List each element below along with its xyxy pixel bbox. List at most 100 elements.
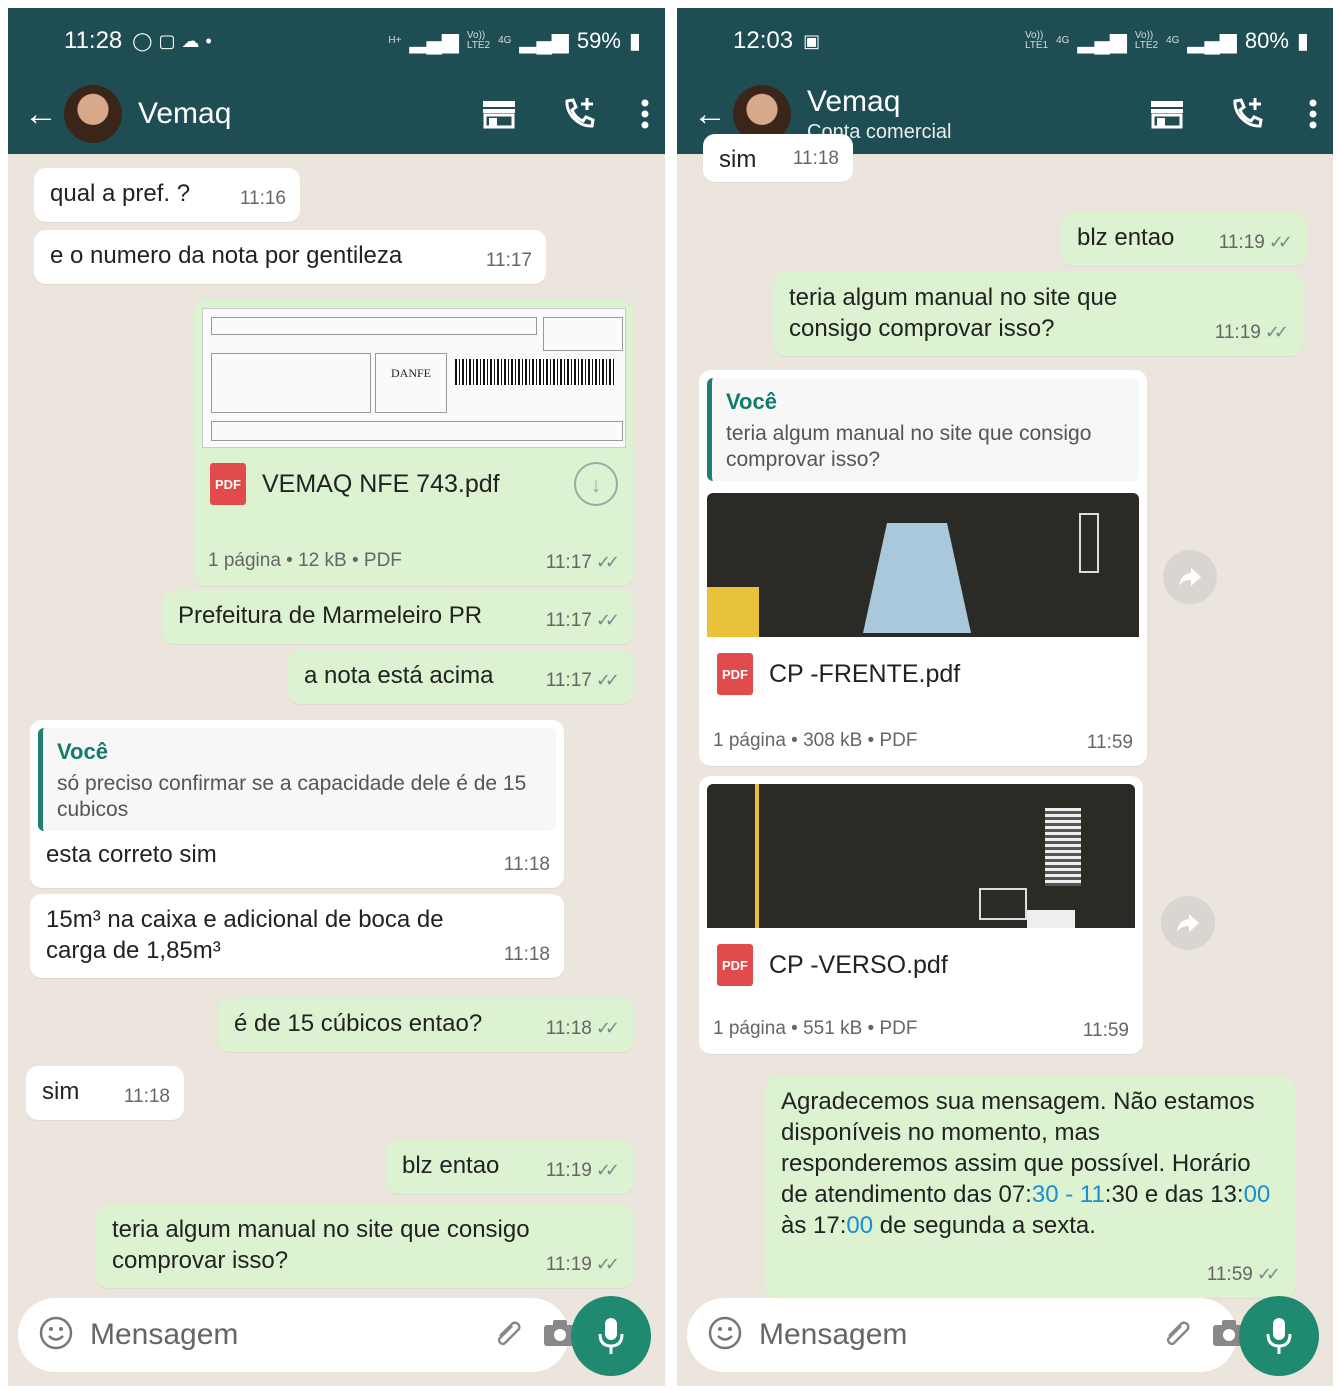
header-actions: [1149, 96, 1317, 132]
battery-percent: 59%: [576, 28, 621, 53]
message-meta: 11:17 ✓✓: [546, 547, 620, 578]
battery-icon: ▮: [628, 28, 641, 53]
chat-area[interactable]: sim 11:18 blz entao 11:19 ✓✓ teria algum …: [677, 134, 1333, 1298]
double-check-icon: ✓✓: [1264, 322, 1289, 342]
message-input-bar: [18, 1298, 576, 1372]
status-bar: 11:28 ◯ ▢ ☁ • H+ ▂▄▆ Vo)) LTE2 4G ▂▄▆ 59…: [8, 8, 665, 74]
outgoing-auto-reply-message[interactable]: Agradecemos sua mensagem. Não estamos di…: [765, 1076, 1295, 1298]
message-time: 11:17: [545, 552, 592, 573]
document-thumbnail[interactable]: [707, 493, 1139, 637]
status-right: H+ ▂▄▆ Vo)) LTE2 4G ▂▄▆ 59% ▮: [388, 28, 641, 54]
outgoing-message[interactable]: blz entao 11:19 ✓✓: [386, 1140, 634, 1194]
outgoing-document-message[interactable]: DANFE PDF VEMAQ NFE 743.pdf ↓ 1 página •…: [194, 300, 634, 586]
microphone-icon: [1266, 1318, 1292, 1354]
incoming-message[interactable]: qual a pref. ? 11:16: [34, 168, 300, 222]
message-text: qual a pref. ?: [50, 180, 191, 207]
message-time: 11:18: [503, 854, 550, 875]
outgoing-message[interactable]: blz entao 11:19 ✓✓: [1061, 212, 1307, 266]
incoming-reply-message[interactable]: Você só preciso confirmar se a capacidad…: [30, 720, 564, 888]
quoted-message[interactable]: Você teria algum manual no site que cons…: [707, 378, 1139, 481]
cloud-icon: ☁: [181, 30, 200, 51]
signal-icon-2: ▂▄▆: [1187, 28, 1237, 53]
store-icon[interactable]: [1149, 99, 1185, 129]
message-text-part: :30 e das 13:: [1104, 1181, 1244, 1208]
outgoing-message[interactable]: a nota está acima 11:17 ✓✓: [288, 650, 634, 704]
status-notification-icons: ◯ ▢ ☁ •: [132, 31, 211, 52]
status-bar: 12:03 ▣ Vo)) LTE1 4G ▂▄▆ Vo)) LTE2 4G ▂▄…: [677, 8, 1333, 74]
link-time-3[interactable]: 00: [846, 1212, 873, 1239]
forward-button[interactable]: [1161, 896, 1215, 950]
message-time: 11:59: [1206, 1264, 1253, 1285]
back-arrow-icon[interactable]: ←: [24, 95, 64, 134]
file-row[interactable]: PDF CP -FRENTE.pdf: [707, 637, 1139, 695]
volte-label-2: Vo)) LTE2: [1134, 30, 1159, 51]
message-input[interactable]: [759, 1318, 1145, 1352]
store-icon[interactable]: [481, 99, 517, 129]
status-time: 12:03: [733, 27, 794, 54]
contact-info[interactable]: Vemaq: [138, 97, 231, 131]
network-type-label: H+: [388, 35, 402, 46]
volte-label: Vo)) LTE2: [466, 30, 491, 51]
incoming-document-message[interactable]: PDF CP -VERSO.pdf 1 página • 551 kB • PD…: [699, 776, 1143, 1054]
chat-area[interactable]: qual a pref. ? 11:16 e o numero da nota …: [8, 154, 665, 1296]
voice-message-button[interactable]: [1239, 1296, 1319, 1376]
outgoing-message[interactable]: teria algum manual no site que consigo c…: [773, 272, 1303, 356]
link-time-2[interactable]: 00: [1244, 1181, 1271, 1208]
attach-icon[interactable]: [492, 1316, 526, 1355]
signal-icon: ▂▄▆: [409, 28, 459, 53]
voice-message-button[interactable]: [571, 1296, 651, 1376]
double-check-icon: ✓✓: [595, 1160, 620, 1180]
network-type-label-2: 4G: [1166, 35, 1180, 46]
signal-icon-2: ▂▄▆: [519, 28, 569, 53]
document-thumbnail[interactable]: [707, 784, 1135, 928]
message-text: é de 15 cúbicos entao?: [234, 1010, 483, 1037]
add-call-icon[interactable]: [561, 96, 597, 132]
incoming-message[interactable]: e o numero da nota por gentileza 11:17: [34, 230, 546, 284]
message-meta: 11:18: [504, 849, 550, 880]
message-text: esta correto sim: [46, 841, 217, 868]
add-call-icon[interactable]: [1229, 96, 1265, 132]
more-options-icon[interactable]: [1309, 99, 1317, 129]
incoming-message[interactable]: sim 11:18: [26, 1066, 184, 1120]
download-icon[interactable]: ↓: [574, 462, 618, 506]
attach-icon[interactable]: [1161, 1316, 1195, 1355]
emoji-icon[interactable]: [707, 1315, 743, 1356]
forward-button[interactable]: [1163, 550, 1217, 604]
message-meta: 11:18: [793, 143, 839, 174]
message-meta: 11:17 ✓✓: [546, 605, 620, 636]
file-info: 1 página • 12 kB • PDF: [208, 550, 402, 571]
message-text: blz entao: [402, 1152, 500, 1179]
message-meta: 11:17 ✓✓: [546, 665, 620, 696]
incoming-document-reply[interactable]: Você teria algum manual no site que cons…: [699, 370, 1147, 766]
double-check-icon: ✓✓: [595, 610, 620, 630]
document-thumbnail[interactable]: DANFE: [202, 308, 626, 448]
message-meta: 11:19 ✓✓: [1219, 227, 1293, 258]
link-time-1[interactable]: 30 - 11: [1032, 1181, 1105, 1208]
file-row[interactable]: PDF CP -VERSO.pdf: [707, 928, 1135, 986]
message-input[interactable]: [90, 1318, 476, 1352]
more-options-icon[interactable]: [641, 99, 649, 129]
message-time: 11:19: [545, 1254, 592, 1275]
back-arrow-icon[interactable]: ←: [693, 95, 733, 134]
incoming-message[interactable]: 15m³ na caixa e adicional de boca de car…: [30, 894, 564, 978]
file-row[interactable]: PDF VEMAQ NFE 743.pdf ↓: [202, 448, 626, 506]
quote-author: Você: [726, 389, 777, 414]
outgoing-message[interactable]: teria algum manual no site que consigo c…: [96, 1204, 634, 1288]
file-name: VEMAQ NFE 743.pdf: [262, 469, 500, 498]
incoming-message[interactable]: sim 11:18: [703, 134, 853, 182]
outgoing-message[interactable]: Prefeitura de Marmeleiro PR 11:17 ✓✓: [162, 590, 634, 644]
message-time: 11:18: [545, 1018, 592, 1039]
pdf-file-icon: PDF: [717, 653, 753, 695]
quote-text: teria algum manual no site que consigo c…: [726, 422, 1092, 471]
emoji-icon[interactable]: [38, 1315, 74, 1356]
outgoing-message[interactable]: é de 15 cúbicos entao? 11:18 ✓✓: [218, 998, 634, 1052]
quoted-message[interactable]: Você só preciso confirmar se a capacidad…: [38, 728, 556, 831]
message-meta: 11:59 ✓✓: [1207, 1259, 1281, 1290]
contact-avatar[interactable]: [64, 85, 122, 143]
message-time: 11:59: [1086, 732, 1133, 753]
message-time: 11:19: [1218, 232, 1265, 253]
header-actions: [481, 96, 649, 132]
left-phone-screenshot: 11:28 ◯ ▢ ☁ • H+ ▂▄▆ Vo)) LTE2 4G ▂▄▆ 59…: [8, 8, 665, 1386]
message-meta: 11:18: [504, 939, 550, 970]
message-time: 11:18: [792, 148, 839, 169]
